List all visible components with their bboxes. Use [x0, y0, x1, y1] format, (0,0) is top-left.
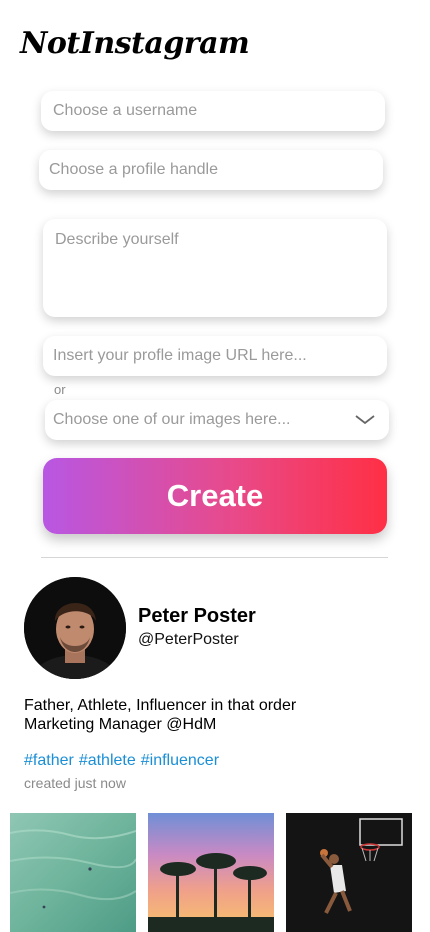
section-divider — [41, 557, 388, 558]
username-input[interactable] — [41, 91, 385, 131]
image-url-input[interactable] — [43, 336, 387, 376]
post-thumbnail-sea[interactable] — [10, 813, 136, 932]
created-timestamp: created just now — [24, 775, 126, 791]
profile-avatar — [24, 577, 126, 679]
bio-line: Marketing Manager @HdM — [24, 716, 217, 733]
hashtag-link[interactable]: #influencer — [141, 752, 219, 769]
bio-textarea[interactable] — [43, 219, 387, 317]
profile-handle-input[interactable] — [39, 150, 383, 190]
post-thumbnail-palms[interactable] — [148, 813, 274, 932]
image-select-placeholder: Choose one of our images here... — [53, 411, 291, 428]
profile-bio: Father, Athlete, Influencer in that orde… — [24, 696, 296, 734]
hashtag-link[interactable]: #father — [24, 752, 74, 769]
or-separator-label: or — [54, 382, 66, 397]
app-logo: NotInstagram — [20, 26, 250, 61]
profile-name: Peter Poster — [138, 605, 256, 627]
bio-line: Father, Athlete, Influencer in that orde… — [24, 697, 297, 714]
image-select-dropdown[interactable]: Choose one of our images here... — [45, 400, 389, 440]
post-thumbnail-basketball[interactable] — [286, 813, 412, 932]
hashtag-list: #father #athlete #influencer — [24, 752, 224, 770]
hashtag-link[interactable]: #athlete — [79, 752, 136, 769]
create-button[interactable]: Create — [43, 458, 387, 534]
chevron-down-icon — [355, 415, 375, 425]
profile-handle: @PeterPoster — [138, 631, 239, 648]
